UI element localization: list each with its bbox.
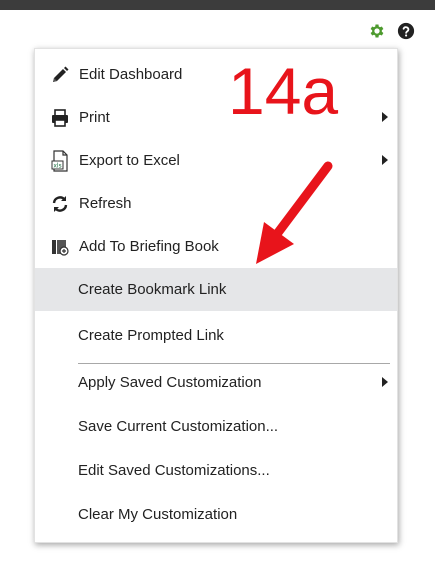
help-icon[interactable] — [395, 20, 417, 42]
menu-item-label: Edit Saved Customizations... — [78, 462, 270, 479]
menu-item-print[interactable]: Print — [35, 96, 397, 139]
top-bar — [0, 0, 435, 10]
menu-item-label: Add To Briefing Book — [79, 238, 219, 255]
printer-icon — [49, 107, 71, 129]
menu-item-label: Apply Saved Customization — [78, 374, 262, 391]
pencil-icon — [49, 64, 71, 86]
dashboard-options-menu: Edit Dashboard Print xls Export to Excel — [34, 48, 398, 543]
menu-item-refresh[interactable]: Refresh — [35, 182, 397, 225]
menu-item-label: Print — [79, 109, 110, 126]
gear-icon[interactable] — [366, 20, 388, 42]
menu-item-add-to-briefing-book[interactable]: Add To Briefing Book — [35, 225, 397, 268]
excel-export-icon: xls — [49, 150, 71, 172]
annotation-label: 14a — [228, 54, 339, 128]
refresh-icon — [49, 193, 71, 215]
menu-item-label: Clear My Customization — [78, 506, 238, 523]
menu-item-label: Refresh — [79, 195, 132, 212]
menu-item-edit-saved-customizations[interactable]: Edit Saved Customizations... — [35, 449, 397, 492]
submenu-arrow-icon — [382, 155, 388, 165]
svg-text:xls: xls — [53, 163, 61, 170]
submenu-arrow-icon — [382, 377, 388, 387]
menu-item-label: Create Bookmark Link — [78, 281, 227, 298]
menu-item-export-to-excel[interactable]: xls Export to Excel — [35, 139, 397, 182]
menu-item-save-current-customization[interactable]: Save Current Customization... — [35, 405, 397, 448]
submenu-arrow-icon — [382, 112, 388, 122]
menu-item-label: Edit Dashboard — [79, 66, 183, 83]
menu-item-create-bookmark-link[interactable]: Create Bookmark Link — [35, 268, 397, 311]
briefing-book-icon — [49, 236, 71, 258]
menu-item-label: Create Prompted Link — [78, 327, 224, 344]
menu-item-label: Export to Excel — [79, 152, 180, 169]
menu-item-edit-dashboard[interactable]: Edit Dashboard — [35, 53, 397, 96]
menu-item-clear-my-customization[interactable]: Clear My Customization — [35, 493, 397, 536]
annotation-arrow-icon — [256, 161, 333, 264]
menu-item-label: Save Current Customization... — [78, 418, 279, 435]
menu-item-create-prompted-link[interactable]: Create Prompted Link — [35, 314, 397, 357]
menu-item-apply-saved-customization[interactable]: Apply Saved Customization — [35, 361, 397, 404]
